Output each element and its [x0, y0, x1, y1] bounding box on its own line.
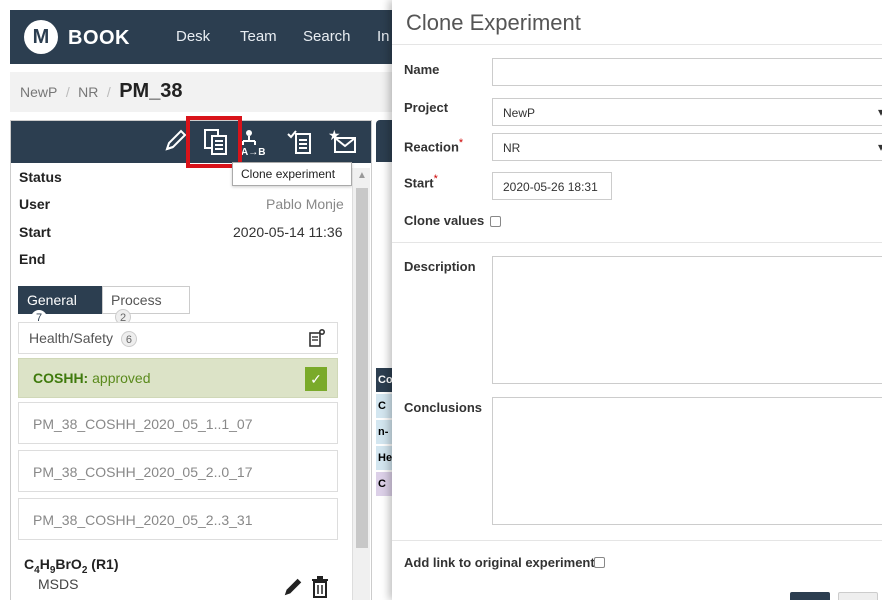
- divider: [392, 242, 882, 243]
- start-date-input[interactable]: 2020-05-26 18:31: [492, 172, 612, 200]
- divider: [392, 44, 882, 45]
- start-value: 2020-05-14 11:36: [233, 224, 343, 240]
- coshh-status: approved: [92, 370, 151, 386]
- cancel-button[interactable]: [838, 592, 878, 600]
- description-textarea[interactable]: [492, 256, 882, 384]
- star-mail-icon[interactable]: ★: [327, 128, 357, 156]
- clone-values-label: Clone values: [404, 213, 485, 228]
- page-title: PM_38: [119, 80, 183, 102]
- nav-search[interactable]: Search: [303, 28, 351, 45]
- tab-process[interactable]: Process2: [102, 286, 190, 325]
- health-safety-count: 6: [120, 331, 137, 347]
- formula-part: BrO: [55, 556, 82, 572]
- required-mark: *: [458, 137, 464, 149]
- panel-scrollbar[interactable]: ▲: [352, 168, 370, 600]
- peek-row-cell: n-: [376, 420, 392, 444]
- description-label: Description: [404, 259, 476, 274]
- reaction-scheme-icon[interactable]: A→B: [239, 128, 279, 158]
- trash-icon[interactable]: [310, 576, 330, 600]
- formula-part: H: [39, 556, 50, 572]
- start-label: Start: [19, 224, 51, 240]
- reaction-label-text: Reaction: [404, 139, 459, 155]
- brand-name[interactable]: BOOK: [68, 27, 130, 50]
- peek-row-cell: He: [376, 446, 392, 470]
- user-value: Pablo Monje: [266, 196, 344, 212]
- clone-values-checkbox[interactable]: [490, 216, 501, 227]
- reaction-label: Reaction*: [404, 137, 463, 154]
- top-navbar: M BOOK Desk Team Search In: [10, 10, 392, 64]
- divider: [392, 540, 882, 541]
- nav-team[interactable]: Team: [240, 28, 277, 45]
- msds-link[interactable]: MSDS: [38, 576, 78, 592]
- start-label: Start*: [404, 173, 438, 190]
- reagent-formula: C4H9BrO2 (R1): [24, 556, 119, 576]
- formula-part: C: [24, 556, 35, 572]
- health-safety-label: Health/Safety: [29, 330, 114, 346]
- tab-process-label: Process: [111, 292, 162, 308]
- modal-title: Clone Experiment: [406, 10, 581, 35]
- breadcrumb-reaction[interactable]: NR: [78, 84, 98, 100]
- start-label-text: Start: [404, 175, 434, 191]
- formula-part: (R1): [87, 556, 119, 572]
- reaction-scheme-label: A→B: [241, 147, 265, 156]
- scroll-up-arrow-icon[interactable]: ▲: [357, 170, 367, 181]
- logo-icon[interactable]: M: [24, 20, 58, 54]
- project-label: Project: [404, 100, 449, 115]
- peek-row-cell: C: [376, 472, 392, 496]
- user-label: User: [19, 196, 51, 212]
- breadcrumb-separator: /: [65, 84, 70, 100]
- coshh-file-item[interactable]: PM_38_COSHH_2020_05_1..1_07: [18, 402, 338, 444]
- clone-highlight-box: [186, 116, 242, 168]
- nav-desk[interactable]: Desk: [176, 28, 210, 45]
- coshh-label: COSHH:: [33, 370, 89, 386]
- background-toolbar: [376, 120, 392, 162]
- coshh-file-item[interactable]: PM_38_COSHH_2020_05_2..3_31: [18, 498, 338, 540]
- required-mark: *: [433, 173, 438, 185]
- coshh-status-row: COSHH: approved ✓: [18, 358, 338, 398]
- peek-row-cell: C: [376, 394, 392, 418]
- scrollbar-thumb[interactable]: [356, 188, 368, 548]
- conclusions-label: Conclusions: [404, 400, 483, 415]
- clone-tooltip: Clone experiment: [232, 162, 352, 186]
- checklist-icon[interactable]: [285, 128, 315, 156]
- background-panel-peek: Co C n- He C: [372, 120, 393, 600]
- peek-header-cell: Co: [376, 368, 393, 392]
- conclusions-textarea[interactable]: [492, 397, 882, 525]
- submit-button[interactable]: [790, 592, 830, 600]
- project-select[interactable]: NewP: [492, 98, 882, 126]
- name-label: Name: [404, 62, 440, 77]
- breadcrumb-project[interactable]: NewP: [20, 84, 57, 100]
- tab-general-label: General: [27, 292, 77, 308]
- breadcrumb-separator: /: [106, 84, 111, 100]
- nav-inventory[interactable]: In: [377, 28, 390, 45]
- pencil-icon[interactable]: [282, 576, 304, 600]
- clipboard-check-icon: ✓: [305, 367, 327, 391]
- coshh-file-item[interactable]: PM_38_COSHH_2020_05_2..0_17: [18, 450, 338, 492]
- clone-experiment-modal: Clone Experiment Name Project NewP React…: [392, 0, 882, 600]
- add-document-icon[interactable]: [307, 327, 327, 350]
- reaction-select[interactable]: NR: [492, 133, 882, 161]
- breadcrumb: NewP / NR / PM_38: [10, 72, 392, 112]
- tab-general[interactable]: General7: [18, 286, 102, 326]
- health-safety-header[interactable]: Health/Safety 6: [18, 322, 338, 354]
- add-link-checkbox[interactable]: [594, 557, 605, 568]
- end-label: End: [19, 251, 46, 267]
- name-input[interactable]: [492, 58, 882, 86]
- add-link-label: Add link to original experiment: [404, 555, 595, 570]
- status-label: Status: [19, 169, 62, 185]
